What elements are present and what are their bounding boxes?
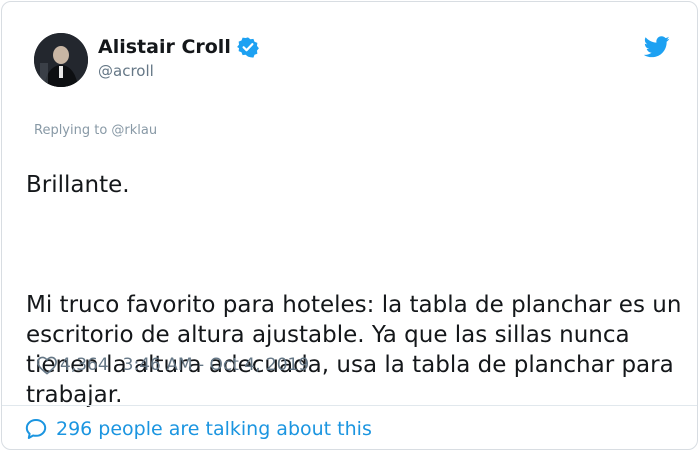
divider	[2, 405, 697, 406]
tweet-text: Brillante. Mi truco favorito para hotele…	[26, 140, 696, 440]
like-count[interactable]: 4,364	[60, 355, 109, 375]
avatar-photo	[34, 33, 88, 87]
author-name[interactable]: Alistair Croll	[98, 35, 231, 59]
tweet-spacer	[26, 230, 696, 260]
talking-label[interactable]: 296 people are talking about this	[56, 418, 372, 440]
tweet-line-1: Brillante.	[26, 172, 130, 198]
verified-badge-icon	[236, 37, 259, 58]
author-block: Alistair Croll @acroll	[98, 35, 259, 81]
tweet-meta: 4,364 3:46 AM - Oct 4, 2019	[36, 352, 309, 378]
heart-icon[interactable]	[36, 355, 58, 375]
timestamp[interactable]: 3:46 AM - Oct 4, 2019	[123, 355, 310, 375]
tweet-card: Alistair Croll @acroll Replying to @rkla…	[1, 1, 698, 450]
talking-link[interactable]: 296 people are talking about this	[24, 415, 372, 443]
speech-bubble-icon	[25, 419, 47, 439]
replying-to-label[interactable]: Replying to @rklau	[34, 122, 157, 140]
tweet-paragraph-2: Mi truco favorito para hoteles: la tabla…	[26, 292, 682, 408]
twitter-bird-icon[interactable]	[644, 36, 670, 58]
author-name-row: Alistair Croll	[98, 35, 259, 59]
author-handle[interactable]: @acroll	[98, 61, 259, 81]
avatar[interactable]	[34, 33, 88, 87]
